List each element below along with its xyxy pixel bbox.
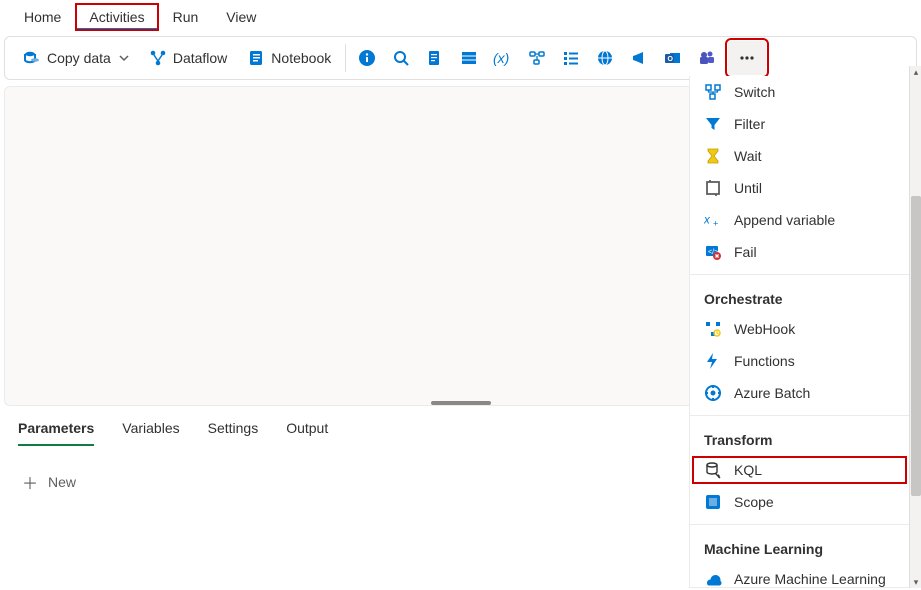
svg-text:x: x [704,214,711,227]
tab-variables[interactable]: Variables [122,420,179,446]
dropdown-item-append-variable[interactable]: x+ Append variable [690,204,909,236]
dropdown-item-switch[interactable]: Switch [690,76,909,108]
dropdown-separator [690,274,909,275]
tab-parameters[interactable]: Parameters [18,420,94,446]
tab-output[interactable]: Output [286,420,328,446]
dropdown-item-kql[interactable]: KQL [690,454,909,486]
dropdown-group-ml: Machine Learning [690,531,909,563]
scope-icon [704,493,722,511]
list-icon[interactable] [554,41,588,75]
svg-text:(x): (x) [493,50,509,66]
script-icon[interactable] [418,41,452,75]
dropdown-group-transform: Transform [690,422,909,454]
dropdown-label: Until [734,180,762,196]
tab-settings[interactable]: Settings [208,420,259,446]
dropdown-label: WebHook [734,321,795,337]
pipeline-icon[interactable] [520,41,554,75]
dropdown-label: Wait [734,148,761,164]
scroll-up-arrow[interactable]: ▴ [910,66,921,78]
notebook-button[interactable]: Notebook [237,45,341,71]
dropdown-label: Functions [734,353,795,369]
append-variable-icon: x+ [704,211,722,229]
info-icon[interactable] [350,41,384,75]
variable-icon[interactable]: (x) [486,41,520,75]
dropdown-label: Azure Machine Learning [734,571,886,587]
dropdown-item-fail[interactable]: </> Fail [690,236,909,268]
dropdown-label: KQL [734,462,762,478]
chevron-down-icon [119,53,129,63]
dropdown-separator [690,415,909,416]
page-scrollbar[interactable]: ▴ ▾ [909,66,921,588]
dropdown-label: Fail [734,244,757,260]
until-icon [704,179,722,197]
dropdown-item-filter[interactable]: Filter [690,108,909,140]
switch-icon [704,83,722,101]
dataflow-button[interactable]: Dataflow [139,45,237,71]
copy-data-button[interactable]: Copy data [13,45,139,71]
dropdown-label: Switch [734,84,775,100]
functions-icon [704,352,722,370]
webhook-icon [704,320,722,338]
notebook-label: Notebook [271,50,331,66]
azure-batch-icon [704,384,722,402]
fail-icon: </> [704,243,722,261]
dropdown-item-functions[interactable]: Functions [690,345,909,377]
menu-view[interactable]: View [212,3,270,31]
dropdown-label: Filter [734,116,765,132]
dropdown-group-orchestrate: Orchestrate [690,281,909,313]
kql-icon [704,461,722,479]
dropdown-item-azure-batch[interactable]: Azure Batch [690,377,909,409]
search-icon[interactable] [384,41,418,75]
filter-icon [704,115,722,133]
wait-icon [704,147,722,165]
dropdown-item-scope[interactable]: Scope [690,486,909,518]
globe-icon[interactable] [588,41,622,75]
copy-data-icon [23,49,41,67]
activities-toolbar: Copy data Dataflow Notebook (x) [4,36,917,80]
plus-icon: ＋ [22,470,38,494]
svg-text:O: O [668,56,674,63]
teams-icon[interactable] [690,41,724,75]
scroll-thumb[interactable] [911,196,921,496]
menu-run[interactable]: Run [159,3,213,31]
toolbar-separator [345,44,346,72]
scroll-down-arrow[interactable]: ▾ [910,576,921,588]
top-menubar: Home Activities Run View [0,0,921,34]
dropdown-separator [690,524,909,525]
azure-ml-icon [704,570,722,588]
notebook-icon [247,49,265,67]
ellipsis-icon [738,49,756,67]
activities-dropdown: Switch Filter Wait Until x+ Append varia… [689,76,909,588]
outlook-icon[interactable]: O [656,41,690,75]
copy-data-label: Copy data [47,50,111,66]
dropdown-item-wait[interactable]: Wait [690,140,909,172]
dataflow-icon [149,49,167,67]
dropdown-label: Scope [734,494,774,510]
menu-home[interactable]: Home [10,3,75,31]
dropdown-label: Append variable [734,212,835,228]
dropdown-label: Azure Batch [734,385,810,401]
panel-resize-handle[interactable] [431,401,491,405]
menu-activities[interactable]: Activities [75,3,158,31]
new-label: New [48,474,76,490]
megaphone-icon[interactable] [622,41,656,75]
more-activities-button[interactable] [728,41,766,75]
dropdown-item-azure-ml[interactable]: Azure Machine Learning [690,563,909,588]
dataflow-label: Dataflow [173,50,227,66]
svg-text:+: + [713,218,718,228]
dropdown-item-until[interactable]: Until [690,172,909,204]
dropdown-item-webhook[interactable]: WebHook [690,313,909,345]
table-icon[interactable] [452,41,486,75]
